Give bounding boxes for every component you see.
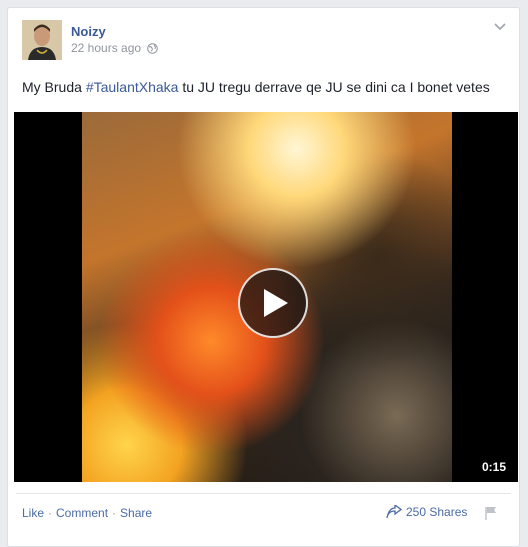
post-text: My Bruda #TaulantXhaka tu JU tregu derra… — [22, 79, 490, 95]
avatar[interactable] — [22, 20, 62, 60]
like-link[interactable]: Like — [22, 506, 44, 520]
flag-icon[interactable] — [484, 506, 498, 520]
separator: · — [112, 506, 117, 520]
share-link[interactable]: Share — [120, 506, 152, 520]
play-button[interactable] — [238, 268, 308, 338]
post-timestamp[interactable]: 22 hours ago — [71, 41, 141, 55]
post-text-suffix: tu JU tregu derrave qe JU se dini ca I b… — [178, 79, 490, 95]
play-icon — [264, 289, 288, 317]
post-actions: Like · Comment · Share — [22, 506, 152, 520]
separator: · — [48, 506, 53, 520]
divider — [16, 493, 511, 494]
comment-link[interactable]: Comment — [56, 506, 108, 520]
globe-icon[interactable] — [147, 42, 158, 54]
shares-label: 250 Shares — [406, 505, 468, 519]
author-name[interactable]: Noizy — [71, 24, 106, 39]
chevron-down-icon[interactable] — [493, 20, 507, 34]
share-arrow-icon — [386, 505, 402, 519]
hashtag-link[interactable]: #TaulantXhaka — [86, 79, 179, 95]
post-card: Noizy 22 hours ago My Bruda #TaulantXhak… — [7, 7, 520, 547]
video-duration: 0:15 — [481, 460, 506, 474]
post-meta: 22 hours ago — [71, 41, 158, 55]
shares-count[interactable]: 250 Shares — [386, 505, 467, 519]
video-player[interactable]: 0:15 — [14, 112, 518, 482]
post-text-prefix: My Bruda — [22, 79, 86, 95]
